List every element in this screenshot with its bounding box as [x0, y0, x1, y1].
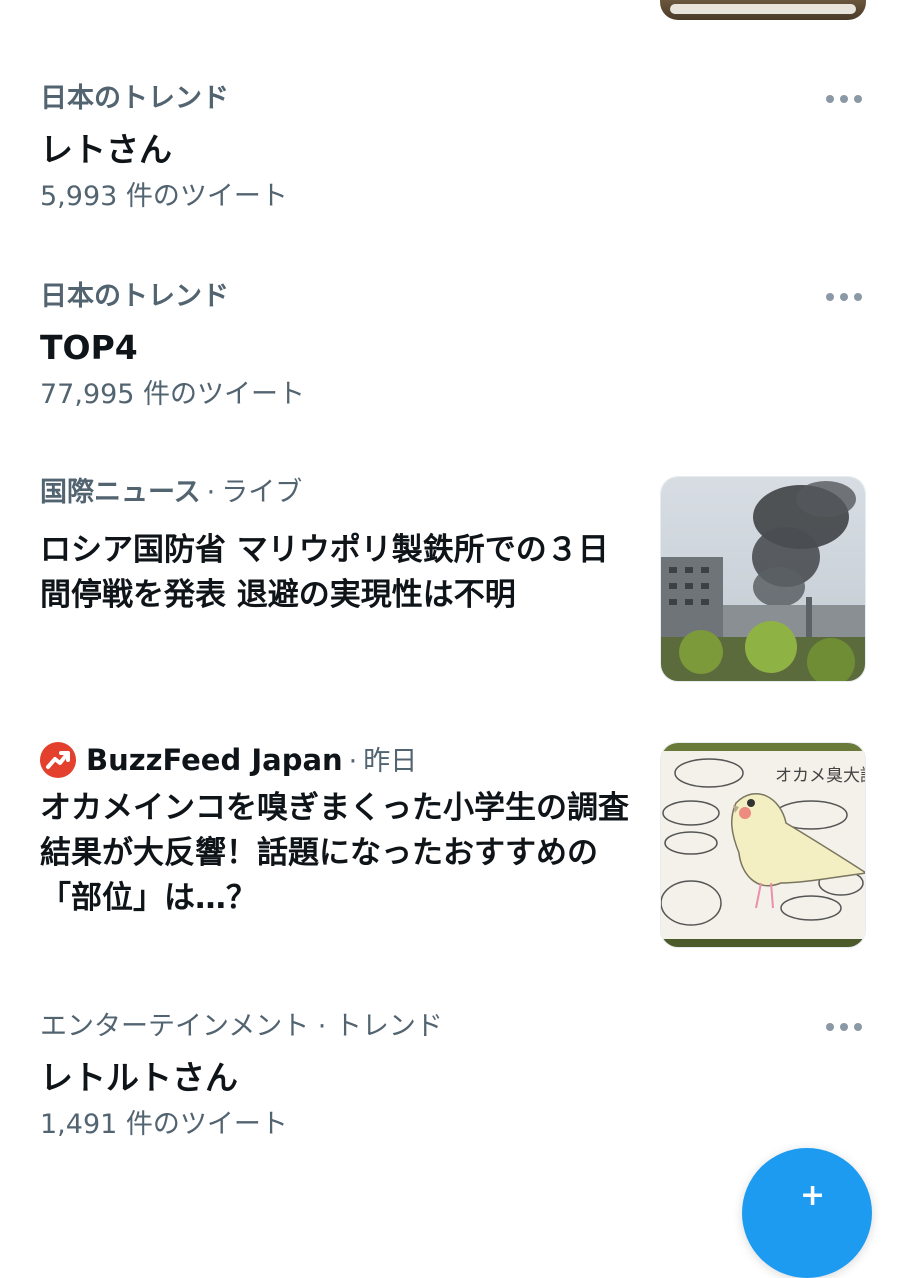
news-context: BuzzFeed Japan · 昨日 — [40, 742, 417, 779]
more-options-icon[interactable] — [826, 1021, 862, 1033]
trend-item[interactable]: 日本のトレンド TOP4 77,995 件のツイート — [0, 278, 904, 428]
news-category: 国際ニュース — [40, 477, 201, 508]
more-options-icon[interactable] — [826, 291, 862, 303]
previous-item-thumbnail[interactable] — [660, 0, 866, 20]
tweet-count: 77,995 件のツイート — [40, 379, 306, 410]
thumbnail-edge — [670, 4, 856, 14]
news-context: 国際ニュース · ライブ — [40, 476, 302, 510]
separator: · — [206, 477, 216, 508]
tweet-count: 5,993 件のツイート — [40, 181, 288, 212]
cockatiel-drawing-photo[interactable]: オカメ臭大調査 — [660, 742, 866, 948]
smoke-factory-photo[interactable] — [660, 476, 866, 682]
compose-button[interactable]: + — [742, 1148, 872, 1278]
trend-title: TOP4 — [40, 328, 138, 367]
news-status: ライブ — [221, 477, 303, 508]
news-image — [661, 477, 865, 681]
trend-context: 日本のトレンド — [40, 83, 229, 114]
trend-title: レトルトさん — [40, 1058, 238, 1097]
trend-context: エンターテインメント · トレンド — [40, 1011, 443, 1042]
compose-plus-icon: + — [800, 1178, 826, 1213]
news-headline: オカメインコを嗅ぎまくった小学生の調査結果が大反響！話題になったおすすめの「部位… — [40, 790, 629, 916]
more-options-icon[interactable] — [826, 93, 862, 105]
news-time: 昨日 — [363, 746, 418, 777]
news-item[interactable]: BuzzFeed Japan · 昨日 オカメインコを嗅ぎまくった小学生の調査結果が… — [0, 742, 904, 962]
news-item[interactable]: 国際ニュース · ライブ ロシア国防省 マリウポリ製鉄所での３日間停戦を発表 退避の… — [0, 474, 904, 694]
image-caption: オカメ臭大調査 — [775, 766, 866, 786]
trend-title: レトさん — [40, 130, 172, 169]
trend-item[interactable]: エンターテインメント · トレンド レトルトさん 1,491 件のツイート — [0, 1008, 904, 1158]
news-source: BuzzFeed Japan — [86, 743, 343, 777]
separator: · — [348, 746, 358, 777]
news-headline: ロシア国防省 マリウポリ製鉄所での３日間停戦を発表 退避の実現性は不明 — [40, 532, 609, 613]
trend-item[interactable]: 日本のトレンド レトさん 5,993 件のツイート — [0, 80, 904, 230]
trend-context: 日本のトレンド — [40, 281, 229, 312]
news-image: オカメ臭大調査 — [661, 743, 866, 947]
tweet-count: 1,491 件のツイート — [40, 1109, 288, 1140]
buzzfeed-trending-arrow-icon — [40, 742, 76, 778]
